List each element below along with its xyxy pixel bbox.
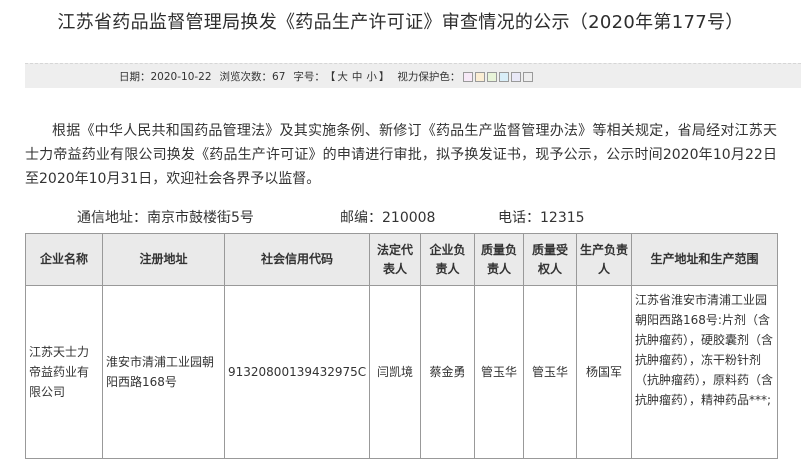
eye-care-swatch[interactable]: [475, 71, 486, 82]
views-label: 浏览次数：: [219, 71, 273, 83]
contact-postcode: 邮编：210008: [340, 210, 436, 226]
cell-production-head: 杨国军: [576, 285, 632, 459]
cell-company: 江苏天士力帝益药业有限公司: [25, 285, 103, 459]
font-size-medium-button[interactable]: 中: [350, 69, 365, 84]
header-legal-rep: 法定代表人: [369, 233, 421, 286]
font-size-label: 字号：: [293, 71, 325, 83]
page-title: 江苏省药品监督管理局换发《药品生产许可证》审查情况的公示（2020年第177号）: [57, 12, 744, 33]
header-credit-code: 社会信用代码: [224, 233, 370, 286]
cell-scope: 江苏省淮安市清浦工业园朝阳西路168号:片剂（含抗肿瘤药），硬胶囊剂（含抗肿瘤药…: [631, 285, 778, 459]
font-size-bracket-open: 【: [324, 71, 336, 83]
contact-phone: 电话：12315: [498, 210, 585, 226]
license-table: 企业名称 注册地址 社会信用代码 法定代表人 企业负责人 质量负责人 质量受权人…: [25, 233, 778, 459]
article-info-bar: 日期： 2020-10-22 浏览次数： 67 字号： 【 大 中 小 】 视力…: [25, 63, 801, 88]
eye-care-swatch[interactable]: [487, 71, 498, 82]
cell-company-head: 蔡金勇: [420, 285, 475, 459]
eye-care-swatch[interactable]: [499, 71, 510, 82]
table-row: 江苏天士力帝益药业有限公司 淮安市清浦工业园朝阳西路168号 913208001…: [25, 285, 778, 459]
table-header-row: 企业名称 注册地址 社会信用代码 法定代表人 企业负责人 质量负责人 质量受权人…: [25, 233, 778, 286]
cell-quality-auth: 管玉华: [523, 285, 577, 459]
cell-credit-code: 91320800139432975C: [224, 285, 370, 459]
header-company: 企业名称: [25, 233, 103, 286]
eye-care-swatch[interactable]: [511, 71, 522, 82]
header-reg-address: 注册地址: [102, 233, 225, 286]
cell-quality-head: 管玉华: [474, 285, 524, 459]
header-scope: 生产地址和生产范围: [631, 233, 778, 286]
eye-care-swatch[interactable]: [463, 71, 474, 82]
font-size-small-button[interactable]: 小: [364, 69, 379, 84]
eye-care-swatch[interactable]: [523, 71, 534, 82]
font-size-bracket-close: 】: [378, 71, 390, 83]
font-size-large-button[interactable]: 大: [335, 69, 350, 84]
cell-legal-rep: 闫凯境: [369, 285, 421, 459]
date-value: 2020-10-22: [150, 70, 212, 83]
header-quality-head: 质量负责人: [474, 233, 524, 286]
eye-care-swatches: [463, 71, 534, 82]
cell-reg-address: 淮安市清浦工业园朝阳西路168号: [102, 285, 225, 459]
views-value: 67: [272, 70, 286, 83]
contact-address: 通信地址：南京市鼓楼街5号: [77, 210, 254, 226]
announcement-paragraph: 根据《中华人民共和国药品管理法》及其实施条例、新修订《药品生产监督管理办法》等相…: [25, 123, 777, 187]
header-company-head: 企业负责人: [420, 233, 475, 286]
header-production-head: 生产负责人: [576, 233, 632, 286]
eye-care-color-label: 视力保护色：: [397, 71, 461, 83]
date-label: 日期：: [119, 71, 151, 83]
header-quality-auth: 质量受权人: [523, 233, 577, 286]
